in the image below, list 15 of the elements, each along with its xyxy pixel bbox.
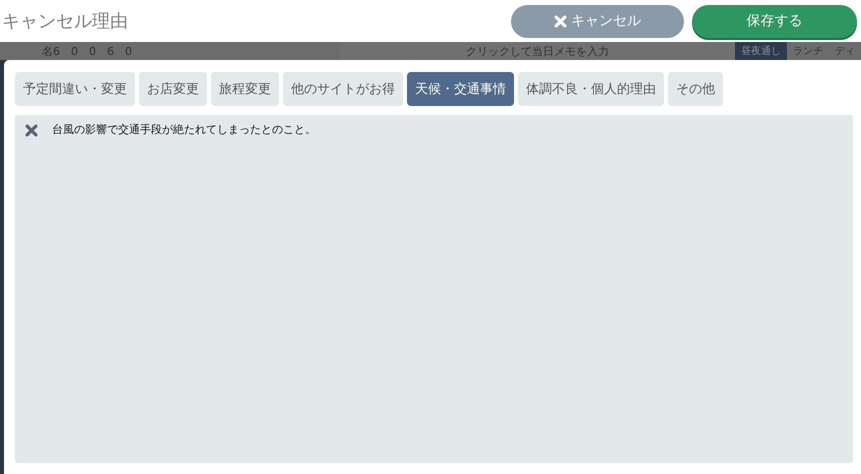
close-icon	[25, 124, 38, 137]
reason-option[interactable]: 他のサイトがお得	[283, 72, 403, 106]
reason-option[interactable]: 体調不良・個人的理由	[518, 72, 664, 106]
dialog-title: キャンセル理由	[2, 10, 129, 33]
save-button[interactable]: 保存する	[692, 4, 857, 38]
guest-counts: 名6 0 0 6 0	[41, 44, 133, 58]
memo-field[interactable]: クリックして当日メモを入力	[340, 42, 735, 60]
reason-option[interactable]: その他	[668, 72, 723, 106]
reason-option[interactable]: 旅程変更	[211, 72, 279, 106]
note-field[interactable]: 台風の影響で交通手段が絶たれてしまったとのこと。	[52, 123, 843, 136]
reason-option[interactable]: お店変更	[139, 72, 207, 106]
reason-option[interactable]: 予定間違い・変更	[15, 72, 135, 106]
reason-option[interactable]: 天候・交通事情	[407, 72, 514, 106]
close-icon	[554, 14, 567, 28]
meal-tab[interactable]: 昼夜通し	[735, 42, 787, 60]
